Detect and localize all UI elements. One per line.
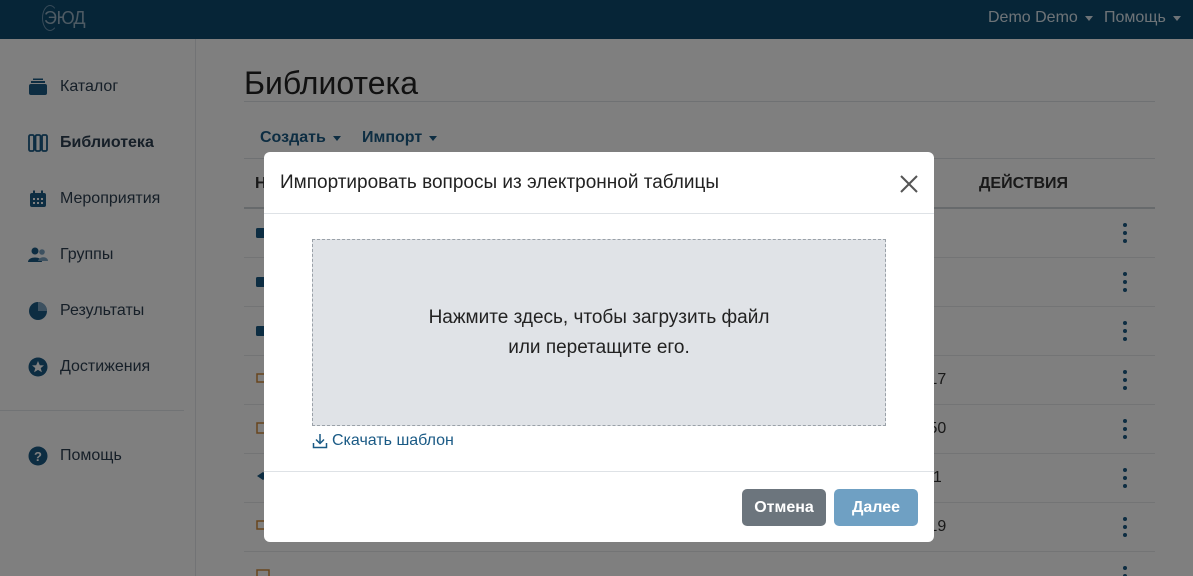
modal-footer: Отмена Далее	[264, 471, 934, 542]
import-modal: Импортировать вопросы из электронной таб…	[264, 152, 934, 542]
file-dropzone[interactable]: Нажмите здесь, чтобы загрузить файл или …	[312, 239, 886, 426]
modal-title: Импортировать вопросы из электронной таб…	[280, 172, 720, 193]
dropzone-line-1: Нажмите здесь, чтобы загрузить файл	[428, 306, 770, 328]
download-template-link[interactable]: Скачать шаблон	[312, 432, 454, 450]
dropzone-text: Нажмите здесь, чтобы загрузить файл или …	[429, 303, 770, 363]
close-icon[interactable]	[898, 173, 920, 195]
download-icon	[312, 434, 328, 449]
download-template-label: Скачать шаблон	[332, 432, 454, 449]
next-button[interactable]: Далее	[834, 489, 918, 526]
modal-header: Импортировать вопросы из электронной таб…	[264, 152, 934, 214]
cancel-button[interactable]: Отмена	[742, 489, 826, 526]
dropzone-line-2: или перетащите его.	[508, 336, 690, 358]
